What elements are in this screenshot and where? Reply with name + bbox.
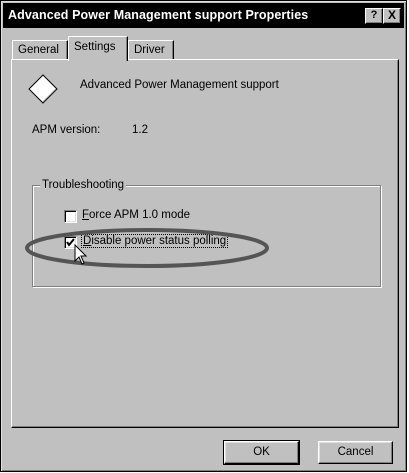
- diamond-device-icon: [28, 74, 58, 104]
- help-button[interactable]: ?: [365, 8, 383, 24]
- highlight-ellipse: [25, 228, 269, 268]
- tab-general[interactable]: General: [12, 40, 68, 60]
- title-bar[interactable]: Advanced Power Management support Proper…: [3, 3, 404, 28]
- force-apm-label[interactable]: Force APM 1.0 mode: [82, 209, 190, 221]
- apm-version-label: APM version:: [32, 124, 101, 136]
- close-button[interactable]: X: [383, 8, 401, 24]
- tab-settings[interactable]: Settings: [68, 36, 128, 61]
- apm-version-value: 1.2: [132, 124, 148, 136]
- window-title: Advanced Power Management support Proper…: [8, 8, 309, 22]
- force-apm-checkbox[interactable]: [64, 210, 77, 223]
- ok-button[interactable]: OK: [223, 440, 300, 465]
- troubleshooting-title: Troubleshooting: [40, 179, 127, 191]
- cancel-button[interactable]: Cancel: [318, 441, 393, 464]
- mouse-pointer-icon: [74, 244, 88, 265]
- force-apm-text: orce APM 1.0 mode: [89, 209, 191, 221]
- device-name: Advanced Power Management support: [80, 79, 279, 91]
- tab-driver[interactable]: Driver: [128, 40, 174, 60]
- force-apm-accel: F: [82, 209, 90, 221]
